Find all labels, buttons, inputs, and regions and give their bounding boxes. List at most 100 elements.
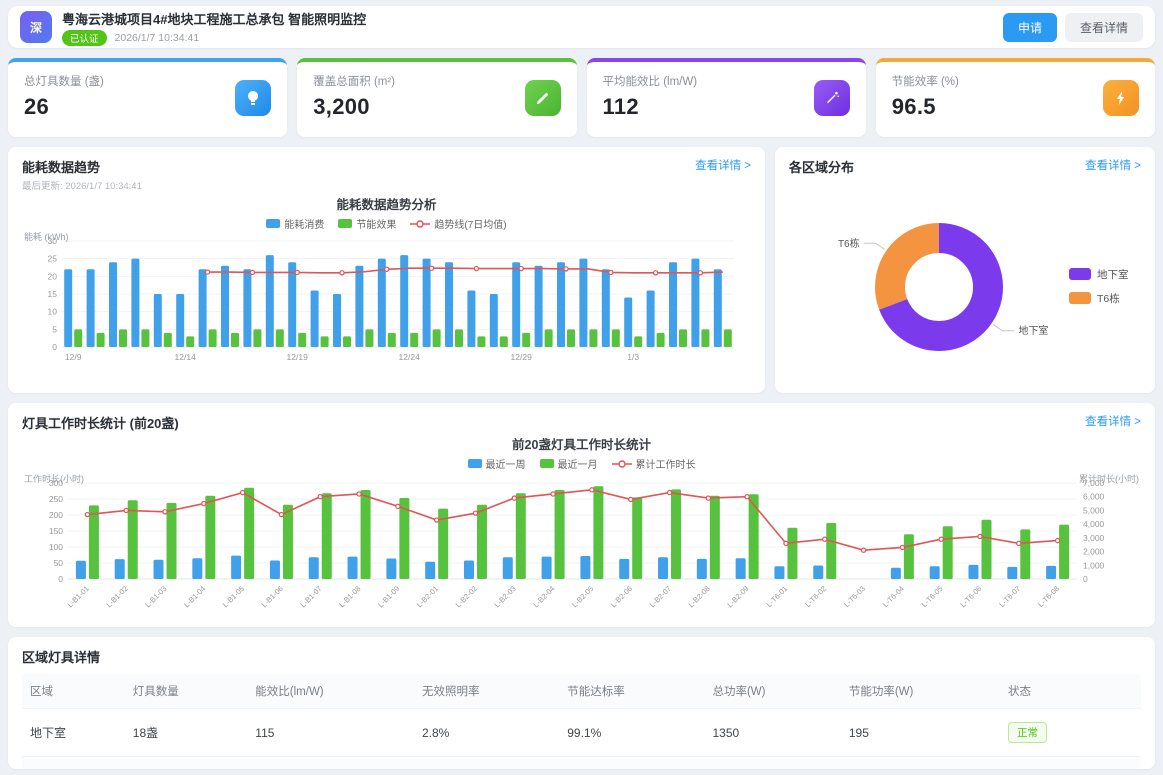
svg-text:10: 10	[48, 307, 58, 317]
table-body: 地下室18盏1152.8%99.1%1350195正常T6栋8盏1084.1%9…	[22, 709, 1141, 770]
table-row: T6栋8盏1084.1%97.5%600851盏异常	[22, 757, 1141, 770]
legend-item-week: 最近一周	[468, 456, 526, 471]
svg-text:L-B2-06: L-B2-06	[609, 584, 634, 609]
table-header-cell: 节能达标率	[559, 674, 704, 709]
table-cell: 108	[247, 757, 414, 770]
svg-text:L-T6-03: L-T6-03	[842, 584, 867, 609]
legend-label: 累计工作时长	[636, 456, 696, 471]
kpi-row: 总灯具数量 (盏) 26 覆盖总面积 (m²) 3,200 平均能效比 (lm/…	[8, 58, 1155, 137]
table-header-cell: 状态	[1000, 674, 1141, 709]
legend-item-consumption: 能耗消费	[266, 216, 324, 231]
line-marker-icon	[410, 219, 430, 229]
top-bar: 深 粤海云港城项目4#地块工程施工总承包 智能照明监控 已认证 2026/1/7…	[8, 6, 1155, 48]
kpi-value: 96.5	[892, 94, 1139, 120]
svg-text:能耗 (kWh): 能耗 (kWh)	[24, 231, 69, 242]
energy-panel-updated: 最后更新: 2026/1/7 10:34:41	[22, 178, 142, 192]
app-logo: 深	[20, 11, 52, 43]
svg-text:L-T6-05: L-T6-05	[920, 584, 945, 609]
svg-text:5,000: 5,000	[1083, 505, 1105, 515]
title-subrow: 已认证 2026/1/7 10:34:41	[62, 30, 366, 46]
title-block: 粤海云港城项目4#地块工程施工总承包 智能照明监控 已认证 2026/1/7 1…	[62, 9, 366, 46]
svg-text:L-B1-02: L-B1-02	[104, 584, 129, 609]
svg-text:累计时长(小时): 累计时长(小时)	[1079, 473, 1139, 484]
table-cell: 85	[841, 757, 1000, 770]
table-header-cell: 灯具数量	[125, 674, 248, 709]
svg-text:3,000: 3,000	[1083, 533, 1105, 543]
table-cell-status: 1盏异常	[1000, 757, 1141, 770]
svg-text:0: 0	[1083, 574, 1088, 584]
table-cell: 2.8%	[414, 709, 559, 757]
worktime-panel-title: 灯具工作时长统计 (前20盏)	[22, 413, 179, 432]
legend-label: 最近一月	[558, 456, 598, 471]
svg-text:12/24: 12/24	[399, 352, 421, 362]
kpi-value: 3,200	[313, 94, 560, 120]
energy-legend: 能耗消费 节能效果 趋势线(7日均值)	[22, 216, 751, 231]
worktime-legend: 最近一周 最近一月 累计工作时长	[22, 456, 1141, 471]
legend-swatch-green	[540, 459, 554, 468]
svg-text:L-T6-06: L-T6-06	[958, 584, 983, 609]
svg-text:T6栋: T6栋	[838, 237, 860, 250]
header-timestamp: 2026/1/7 10:34:41	[115, 32, 200, 44]
worktime-details-link[interactable]: 查看详情 >	[1085, 413, 1141, 429]
svg-text:0: 0	[58, 574, 63, 584]
energy-trend-chart: 051015202530能耗 (kWh)12/912/1412/1912/241…	[22, 231, 748, 367]
svg-text:2,000: 2,000	[1083, 547, 1105, 557]
svg-text:1/3: 1/3	[627, 352, 639, 362]
svg-text:250: 250	[49, 494, 63, 504]
table-header-cell: 无效照明率	[414, 674, 559, 709]
svg-text:L-B1-01: L-B1-01	[66, 584, 91, 609]
svg-text:L-B2-03: L-B2-03	[492, 584, 517, 609]
table-cell-status: 正常	[1000, 709, 1141, 757]
svg-text:5: 5	[52, 324, 57, 334]
svg-text:4,000: 4,000	[1083, 519, 1105, 529]
table-header-cell: 总功率(W)	[704, 674, 840, 709]
svg-text:L-B2-05: L-B2-05	[570, 584, 595, 609]
svg-text:1,000: 1,000	[1083, 560, 1105, 570]
svg-text:L-B2-09: L-B2-09	[725, 584, 750, 609]
energy-trend-panel: 能耗数据趋势 最后更新: 2026/1/7 10:34:41 查看详情 > 能耗…	[8, 147, 765, 393]
svg-text:150: 150	[49, 526, 63, 536]
energy-panel-head: 能耗数据趋势 最后更新: 2026/1/7 10:34:41 查看详情 >	[22, 157, 751, 192]
table-cell: 195	[841, 709, 1000, 757]
area-detail-panel: 区域灯具详情 区域灯具数量能效比(lm/W)无效照明率节能达标率总功率(W)节能…	[8, 637, 1155, 769]
dashboard-page: 深 粤海云港城项目4#地块工程施工总承包 智能照明监控 已认证 2026/1/7…	[0, 0, 1163, 775]
wand-icon	[814, 80, 850, 116]
bulb-icon	[235, 80, 271, 116]
svg-text:100: 100	[49, 542, 63, 552]
legend-swatch-blue	[266, 219, 280, 228]
svg-text:25: 25	[48, 254, 58, 264]
kpi-card-total-lamps: 总灯具数量 (盏) 26	[8, 58, 287, 137]
svg-text:L-T6-02: L-T6-02	[803, 584, 828, 609]
legend-item-trend: 趋势线(7日均值)	[410, 216, 506, 231]
flash-icon	[1103, 80, 1139, 116]
svg-text:L-B1-03: L-B1-03	[143, 584, 168, 609]
kpi-label: 节能效率 (%)	[892, 73, 1139, 89]
kpi-card-avg-efficiency: 平均能效比 (lm/W) 112	[587, 58, 866, 137]
table-cell: 115	[247, 709, 414, 757]
svg-text:地下室: 地下室	[1097, 268, 1129, 281]
svg-text:0: 0	[52, 342, 57, 352]
svg-text:12/14: 12/14	[175, 352, 197, 362]
svg-text:12/19: 12/19	[287, 352, 309, 362]
donut-panel-head: 各区域分布 查看详情 >	[789, 157, 1141, 176]
donut-panel-title: 各区域分布	[789, 157, 854, 176]
svg-text:12/9: 12/9	[65, 352, 82, 362]
kpi-label: 平均能效比 (lm/W)	[603, 73, 850, 89]
svg-text:6,000: 6,000	[1083, 492, 1105, 502]
view-details-button[interactable]: 查看详情	[1065, 13, 1143, 42]
worktime-chart: 05010015020025030001,0002,0003,0004,0005…	[22, 471, 1141, 623]
svg-text:L-B2-02: L-B2-02	[454, 584, 479, 609]
energy-panel-title: 能耗数据趋势	[22, 157, 142, 176]
table-header-cell: 能效比(lm/W)	[247, 674, 414, 709]
legend-swatch-green	[338, 219, 352, 228]
apply-button[interactable]: 申请	[1003, 13, 1057, 42]
table-cell: 8盏	[125, 757, 248, 770]
table-cell: 地下室	[22, 709, 125, 757]
distribution-details-link[interactable]: 查看详情 >	[1085, 157, 1141, 173]
page-title: 粤海云港城项目4#地块工程施工总承包 智能照明监控	[62, 9, 366, 28]
svg-text:L-B1-08: L-B1-08	[337, 584, 362, 609]
svg-text:L-B2-07: L-B2-07	[648, 584, 673, 609]
energy-details-link[interactable]: 查看详情 >	[695, 157, 751, 173]
svg-text:L-T6-08: L-T6-08	[1036, 584, 1061, 609]
kpi-card-saving-rate: 节能效率 (%) 96.5	[876, 58, 1155, 137]
